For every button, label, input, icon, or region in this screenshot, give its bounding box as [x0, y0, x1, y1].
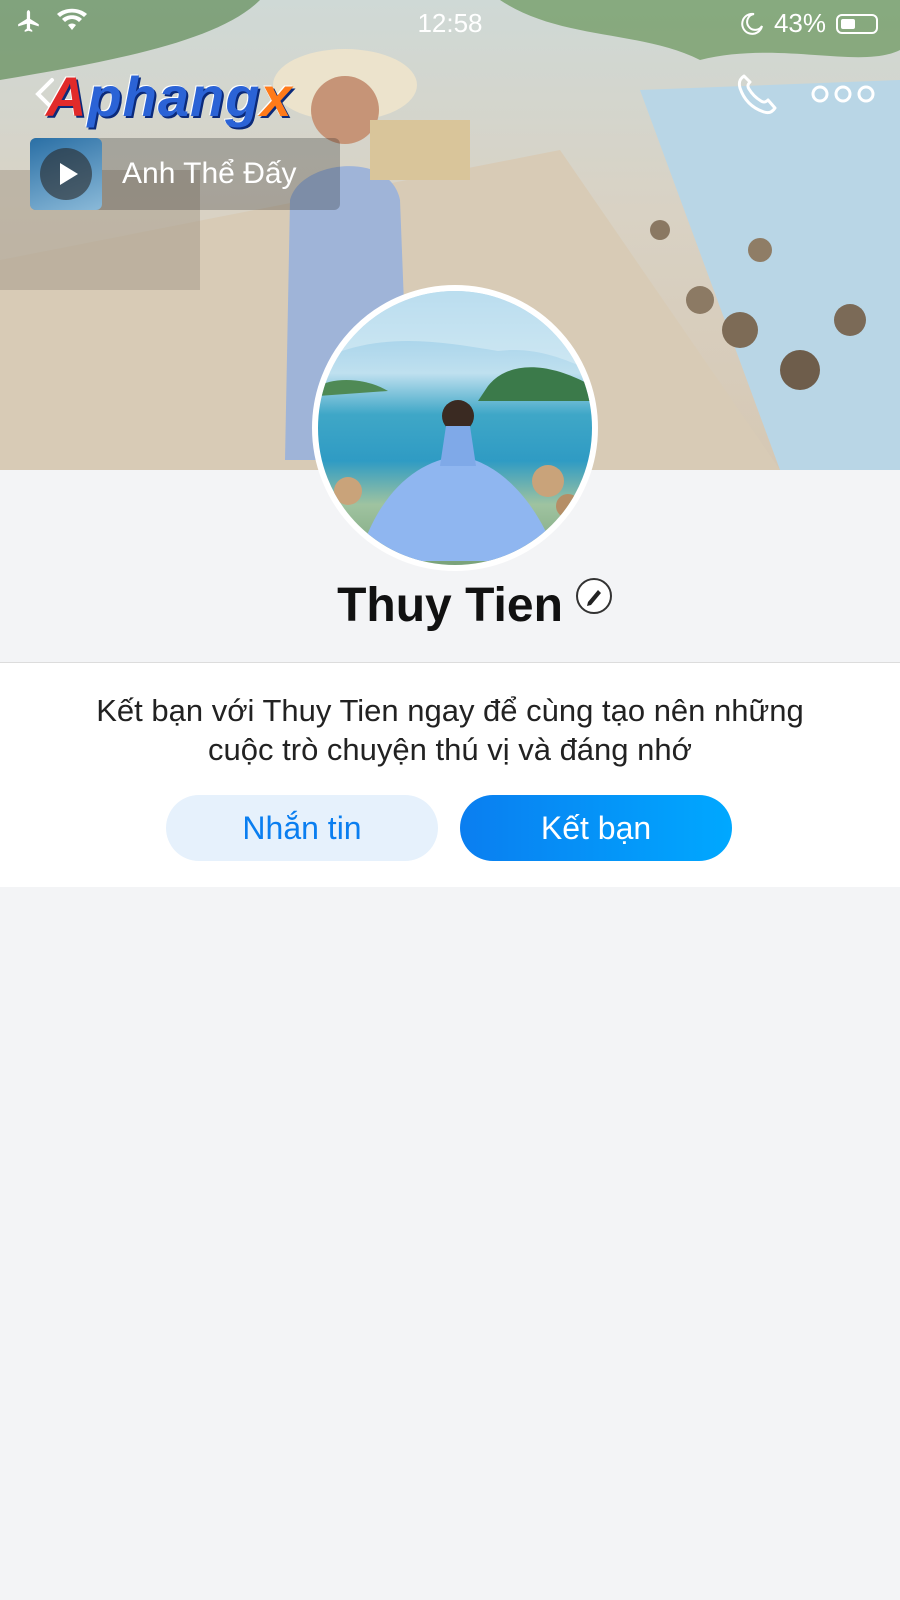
- edit-name-button[interactable]: [576, 578, 612, 614]
- watermark-logo: Aphangx: [46, 65, 293, 128]
- add-friend-button[interactable]: Kết bạn: [460, 795, 732, 861]
- profile-avatar[interactable]: [312, 285, 598, 571]
- play-icon[interactable]: [40, 148, 92, 200]
- status-right-icons: 43%: [740, 8, 878, 39]
- battery-icon: [836, 13, 878, 34]
- phone-icon: [737, 74, 777, 115]
- invite-message: Kết bạn với Thuy Tien ngay để cùng tạo n…: [96, 693, 804, 767]
- status-bar: 12:58 43%: [0, 0, 900, 44]
- more-options-button[interactable]: [808, 76, 878, 112]
- friend-request-card: Kết bạn với Thuy Tien ngay để cùng tạo n…: [0, 662, 900, 887]
- do-not-disturb-icon: [741, 12, 763, 35]
- message-button[interactable]: Nhắn tin: [166, 795, 438, 861]
- profile-music-chip[interactable]: Anh Thể Đấy: [30, 138, 340, 210]
- more-dots-icon: [811, 85, 875, 103]
- profile-name-row: Thuy Tien: [0, 578, 900, 633]
- profile-name: Thuy Tien: [337, 579, 563, 632]
- call-button[interactable]: [732, 70, 780, 118]
- music-thumbnail: [30, 138, 102, 210]
- music-title: Anh Thể Đấy: [122, 157, 297, 190]
- avatar-photo: [318, 291, 592, 561]
- top-navigation: Aphangx: [0, 64, 900, 128]
- battery-percent: 43%: [773, 8, 826, 38]
- pencil-icon: [587, 590, 601, 606]
